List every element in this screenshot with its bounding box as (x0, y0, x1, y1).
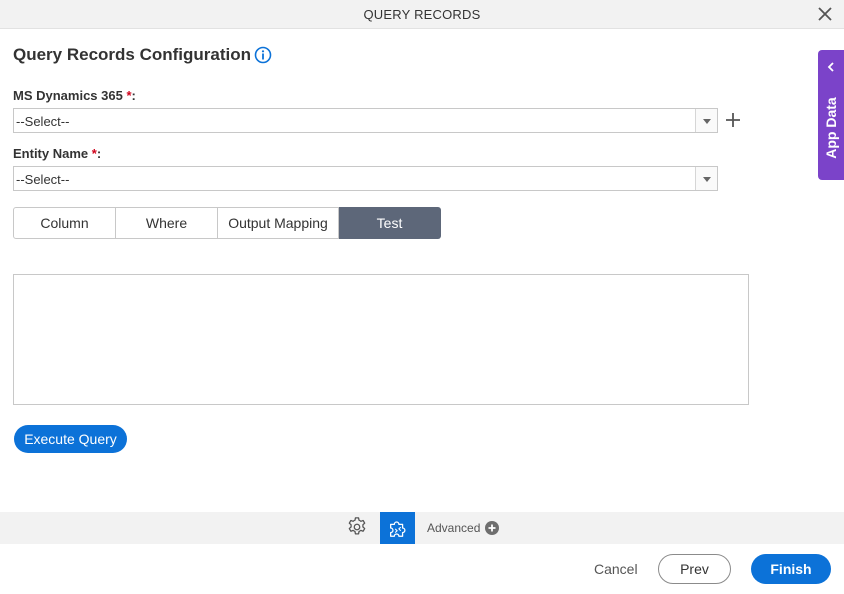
ms-dynamics-label: MS Dynamics 365 *: (13, 88, 136, 103)
cancel-button[interactable]: Cancel (594, 561, 638, 577)
ms-dynamics-select[interactable]: --Select-- (13, 108, 718, 133)
entity-name-select[interactable]: --Select-- (13, 166, 718, 191)
bottom-toolbar: Advanced (0, 512, 844, 544)
tab-where[interactable]: Where (116, 207, 218, 239)
app-integration-button[interactable] (380, 512, 415, 544)
page-title: Query Records Configuration (13, 45, 252, 64)
chevron-down-icon[interactable] (695, 109, 717, 132)
app-data-panel-toggle[interactable]: App Data (818, 50, 844, 180)
info-icon[interactable] (254, 46, 272, 64)
dialog-header: QUERY RECORDS (0, 0, 844, 29)
app-data-label: App Data (823, 97, 839, 159)
test-result-textarea[interactable] (13, 274, 749, 405)
puzzle-icon (390, 521, 406, 537)
tab-output-mapping[interactable]: Output Mapping (218, 207, 339, 239)
advanced-label[interactable]: Advanced (427, 521, 480, 535)
entity-name-select-value: --Select-- (16, 172, 70, 187)
finish-button[interactable]: Finish (751, 554, 831, 584)
tab-bar: Column Where Output Mapping Test (13, 207, 441, 239)
execute-query-button[interactable]: Execute Query (14, 425, 127, 453)
chevron-down-icon[interactable] (695, 167, 717, 190)
prev-button[interactable]: Prev (658, 554, 731, 584)
tab-column[interactable]: Column (13, 207, 116, 239)
plus-circle-icon[interactable] (485, 521, 499, 535)
dialog-title: QUERY RECORDS (363, 7, 481, 22)
ms-dynamics-select-value: --Select-- (16, 114, 70, 129)
gear-icon[interactable] (346, 516, 368, 538)
tab-test[interactable]: Test (339, 207, 441, 239)
entity-name-label: Entity Name *: (13, 146, 102, 161)
plus-icon[interactable] (725, 112, 741, 128)
close-icon[interactable] (816, 5, 834, 23)
